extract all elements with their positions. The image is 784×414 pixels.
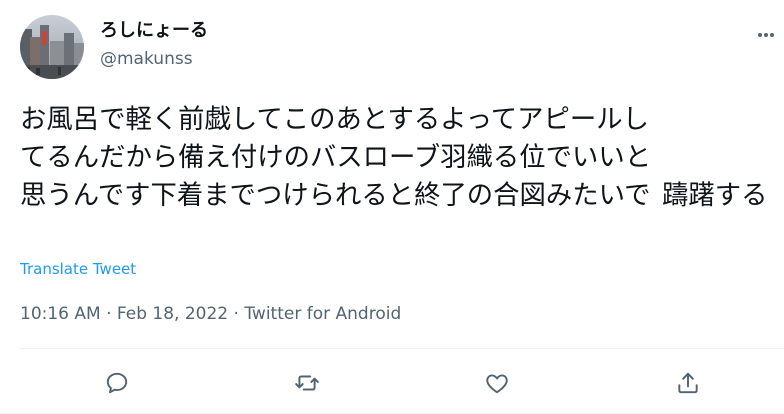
action-bar <box>0 366 784 400</box>
display-name[interactable]: ろしにょーる <box>100 19 208 43</box>
retweet-button[interactable] <box>292 368 322 398</box>
tweet-metadata: 10:16 AM · Feb 18, 2022 · Twitter for An… <box>20 302 401 326</box>
tweet-text: お風呂で軽く前戯してこのあとするよってアピールし てるんだから備え付けのバスロー… <box>20 101 776 215</box>
reply-icon <box>106 372 128 394</box>
reply-button[interactable] <box>102 368 132 398</box>
share-icon <box>678 372 698 394</box>
divider <box>20 348 784 349</box>
tweet-card: ろしにょーる @makunss お風呂で軽く前戯してこのあとするよってアピールし… <box>0 0 784 414</box>
meta-separator: · <box>233 304 239 324</box>
tweet-text-line: てるんだから備え付けのバスローブ羽織る位でいいと <box>20 142 652 173</box>
tweet-text-line: お風呂で軽く前戯してこのあとするよってアピールし <box>20 104 649 135</box>
meta-separator: · <box>106 304 112 324</box>
tweet-date[interactable]: Feb 18, 2022 <box>117 304 228 324</box>
avatar-image <box>20 15 84 79</box>
tweet-source[interactable]: Twitter for Android <box>244 304 401 324</box>
tweet-time[interactable]: 10:16 AM <box>20 304 101 324</box>
tweet-text-line: 思うんです下着までつけられると終了の合図みたいで <box>20 180 651 211</box>
share-button[interactable] <box>673 368 703 398</box>
more-options-button[interactable] <box>752 24 780 46</box>
like-button[interactable] <box>482 368 512 398</box>
retweet-icon <box>295 375 319 391</box>
user-handle[interactable]: @makunss <box>100 48 193 70</box>
more-horizontal-icon <box>758 33 774 37</box>
translate-tweet-link[interactable]: Translate Tweet <box>20 259 136 279</box>
tweet-text-line: 躊躇する <box>662 180 768 211</box>
heart-icon <box>486 374 508 394</box>
avatar[interactable] <box>20 15 84 79</box>
